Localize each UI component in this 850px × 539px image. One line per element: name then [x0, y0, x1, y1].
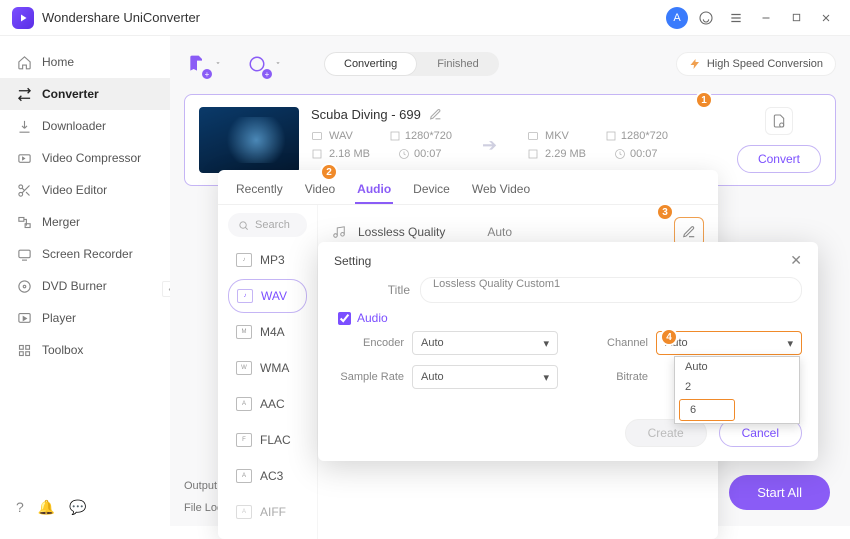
- topbar: + + Converting Finished High Speed Conve…: [184, 46, 836, 82]
- close-icon[interactable]: ✕: [790, 252, 802, 269]
- notifications-icon[interactable]: 🔔: [38, 499, 55, 516]
- tab-webvideo[interactable]: Web Video: [470, 176, 532, 204]
- sidebar-item-label: Player: [42, 311, 76, 325]
- audio-checkbox[interactable]: [338, 312, 351, 325]
- sidebar-item-label: Downloader: [42, 119, 106, 133]
- channel-select[interactable]: Auto▾: [656, 331, 802, 355]
- source-meta: WAV1280*720 2.18 MB00:07: [311, 130, 452, 160]
- format-list: Search ♪MP3 ♪WAV MM4A WWMA AAAC FFLAC AA…: [218, 205, 318, 539]
- add-file-button[interactable]: +: [184, 51, 210, 77]
- tab-converting[interactable]: Converting: [324, 52, 417, 76]
- compressor-icon: [16, 150, 32, 166]
- sidebar-item-label: Video Compressor: [42, 151, 141, 165]
- format-aac[interactable]: AAAC: [228, 387, 307, 421]
- sidebar-item-label: Converter: [42, 87, 99, 101]
- preset-name: Lossless Quality: [358, 225, 445, 239]
- channel-option-6[interactable]: 6: [679, 399, 735, 421]
- sidebar: Home Converter Downloader Video Compress…: [0, 36, 170, 526]
- preset-value: Auto: [487, 225, 512, 239]
- sidebar-item-recorder[interactable]: Screen Recorder: [0, 238, 170, 270]
- sidebar-item-merger[interactable]: Merger: [0, 206, 170, 238]
- video-thumbnail[interactable]: [199, 107, 299, 173]
- channel-dropdown: Auto 2 6: [674, 356, 800, 424]
- sidebar-item-editor[interactable]: Video Editor: [0, 174, 170, 206]
- sidebar-item-compressor[interactable]: Video Compressor: [0, 142, 170, 174]
- sidebar-item-label: Toolbox: [42, 343, 83, 357]
- music-icon: [332, 225, 346, 239]
- sidebar-item-label: Home: [42, 55, 74, 69]
- format-wav[interactable]: ♪WAV: [228, 279, 307, 313]
- edit-title-icon[interactable]: [429, 108, 442, 121]
- format-ac3[interactable]: AAC3: [228, 459, 307, 493]
- add-url-button[interactable]: +: [244, 51, 270, 77]
- menu-icon[interactable]: [724, 6, 748, 30]
- channel-option-auto[interactable]: Auto: [675, 357, 799, 377]
- dialog-title: Setting: [334, 254, 371, 268]
- settings-dialog: Setting ✕ Title Lossless Quality Custom1…: [318, 242, 818, 461]
- sidebar-item-toolbox[interactable]: Toolbox: [0, 334, 170, 366]
- play-icon: [16, 310, 32, 326]
- tab-recently[interactable]: Recently: [234, 176, 285, 204]
- sidebar-item-label: Merger: [42, 215, 80, 229]
- scissors-icon: [16, 182, 32, 198]
- sidebar-item-converter[interactable]: Converter: [0, 78, 170, 110]
- sidebar-item-player[interactable]: Player: [0, 302, 170, 334]
- format-flac[interactable]: FFLAC: [228, 423, 307, 457]
- titlebar: Wondershare UniConverter A: [0, 0, 850, 36]
- tab-audio[interactable]: Audio: [355, 176, 393, 204]
- bottom-info: Output File Loc: [184, 480, 223, 514]
- download-icon: [16, 118, 32, 134]
- tab-device[interactable]: Device: [411, 176, 452, 204]
- home-icon: [16, 54, 32, 70]
- format-aiff[interactable]: AAIFF: [228, 495, 307, 529]
- callout-2: 2: [320, 163, 338, 181]
- tab-finished[interactable]: Finished: [417, 52, 499, 76]
- sidebar-item-label: Screen Recorder: [42, 247, 133, 261]
- format-mp3[interactable]: ♪MP3: [228, 243, 307, 277]
- grid-icon: [16, 342, 32, 358]
- callout-4: 4: [660, 328, 678, 346]
- sidebar-item-downloader[interactable]: Downloader: [0, 110, 170, 142]
- start-all-button[interactable]: Start All: [729, 475, 830, 510]
- encoder-select[interactable]: Auto▾: [412, 331, 558, 355]
- merger-icon: [16, 214, 32, 230]
- audio-section-toggle[interactable]: Audio: [338, 311, 802, 325]
- sidebar-item-home[interactable]: Home: [0, 46, 170, 78]
- format-m4a[interactable]: MM4A: [228, 315, 307, 349]
- feedback-icon[interactable]: 💬: [69, 499, 86, 516]
- disc-icon: [16, 278, 32, 294]
- minimize-button[interactable]: [754, 6, 778, 30]
- status-segment: Converting Finished: [324, 52, 499, 76]
- help-icon[interactable]: ?: [16, 499, 24, 516]
- title-input[interactable]: Lossless Quality Custom1: [420, 277, 802, 303]
- recorder-icon: [16, 246, 32, 262]
- support-icon[interactable]: [694, 6, 718, 30]
- brand-name: Wondershare UniConverter: [42, 10, 200, 25]
- channel-option-2[interactable]: 2: [675, 377, 799, 397]
- format-wma[interactable]: WWMA: [228, 351, 307, 385]
- app-logo: [12, 7, 34, 29]
- high-speed-toggle[interactable]: High Speed Conversion: [676, 52, 836, 76]
- sidebar-item-dvd[interactable]: DVD Burner: [0, 270, 170, 302]
- close-button[interactable]: [814, 6, 838, 30]
- search-input[interactable]: Search: [228, 213, 307, 237]
- callout-3: 3: [656, 203, 674, 221]
- dest-meta: MKV1280*720 2.29 MB00:07: [527, 130, 668, 160]
- converter-icon: [16, 86, 32, 102]
- file-title: Scuba Diving - 699: [311, 107, 421, 122]
- sidebar-item-label: Video Editor: [42, 183, 107, 197]
- sidebar-item-label: DVD Burner: [42, 279, 107, 293]
- title-label: Title: [334, 283, 410, 297]
- sample-rate-select[interactable]: Auto▾: [412, 365, 558, 389]
- callout-1: 1: [695, 91, 713, 109]
- maximize-button[interactable]: [784, 6, 808, 30]
- arrow-icon: ➔: [482, 135, 497, 156]
- output-settings-button[interactable]: [765, 107, 793, 135]
- convert-button[interactable]: Convert: [737, 145, 821, 173]
- avatar[interactable]: A: [666, 7, 688, 29]
